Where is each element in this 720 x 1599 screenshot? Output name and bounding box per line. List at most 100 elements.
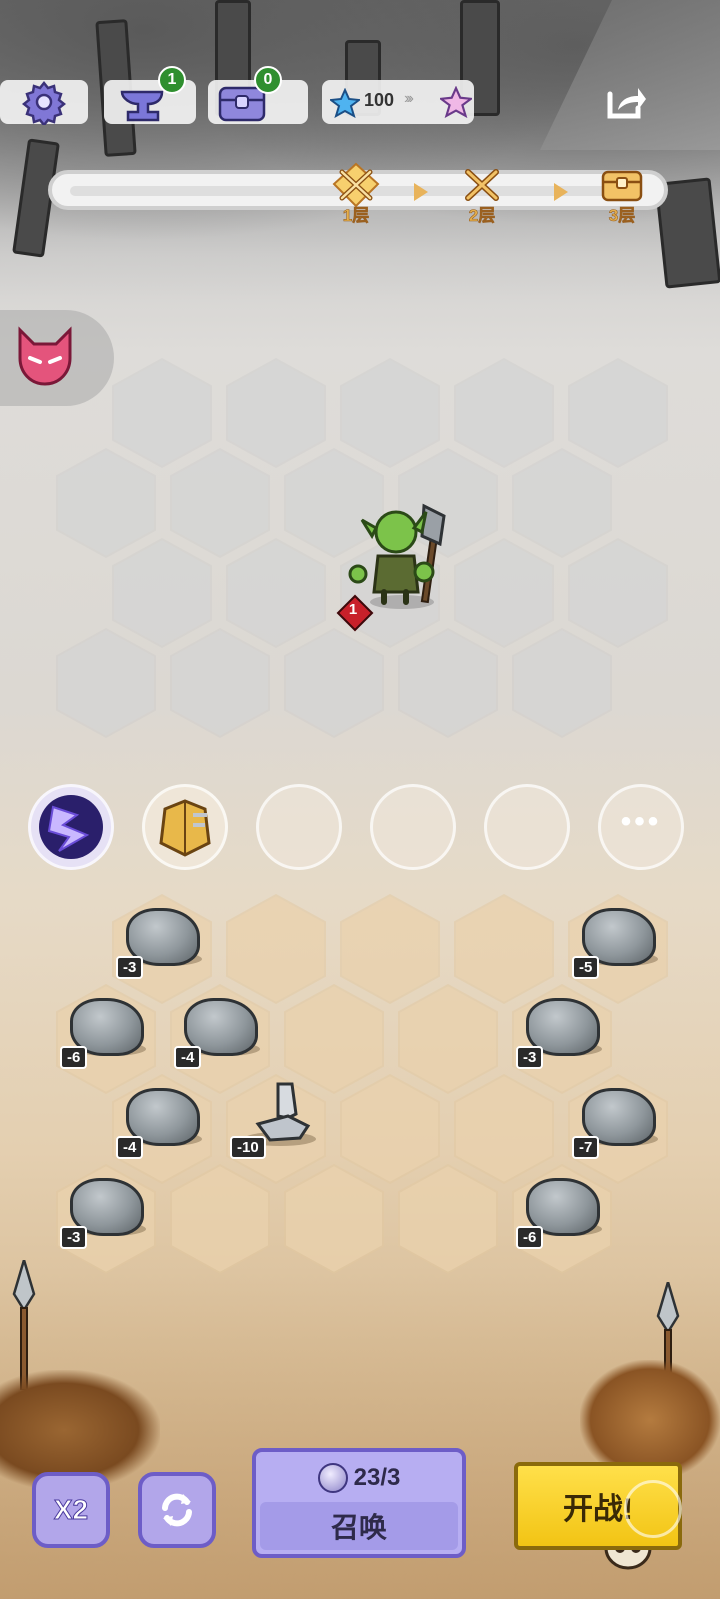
hex-cell-fill xyxy=(172,450,268,556)
start-battle-button[interactable]: 开战! xyxy=(514,1462,682,1550)
star-rainbow-icon xyxy=(438,85,474,119)
refresh-button[interactable] xyxy=(138,1472,216,1548)
hex-cell-fill xyxy=(400,1166,496,1272)
obstacle-cost-label: -3 xyxy=(516,1046,544,1069)
hex-cell-fill xyxy=(228,360,324,466)
hex-cell-fill xyxy=(456,360,552,466)
player-hex-cell[interactable] xyxy=(284,1164,384,1274)
hex-cell-fill xyxy=(570,360,666,466)
arrow-icon: ››› xyxy=(404,90,414,107)
artifact-slot-3[interactable] xyxy=(256,784,342,870)
summon-cost-row: 23/3 xyxy=(256,1458,462,1498)
hex-cell-fill xyxy=(114,540,210,646)
hex-cell-fill xyxy=(172,1166,268,1272)
speed-label: X2 xyxy=(53,1494,89,1526)
speed-x2-button[interactable]: X2 xyxy=(32,1472,110,1548)
anvil-count-badge: 1 xyxy=(158,66,186,94)
enemy-hex-cell[interactable] xyxy=(112,538,212,648)
arrow-right-icon xyxy=(554,183,568,201)
player-hex-cell[interactable]: -6 xyxy=(512,1164,612,1274)
enemy-hex-cell[interactable] xyxy=(340,358,440,468)
enemy-hex-cell[interactable] xyxy=(398,628,498,738)
hex-cell-fill xyxy=(286,1166,382,1272)
enemy-hex-cell[interactable] xyxy=(226,538,326,648)
artifact-slot-1[interactable] xyxy=(28,784,114,870)
stage-2: 2层 xyxy=(450,162,514,226)
enemy-hex-cell[interactable] xyxy=(454,538,554,648)
gem-icon xyxy=(317,1463,348,1493)
summon-count: 23/3 xyxy=(353,1464,401,1491)
player-hex-cell[interactable] xyxy=(170,1164,270,1274)
more-icon: ••• xyxy=(620,805,662,838)
settings-button[interactable] xyxy=(20,78,68,126)
enemy-hex-cell[interactable] xyxy=(56,448,156,558)
summon-label-panel: 召唤 xyxy=(260,1502,458,1550)
chest-count-badge: 0 xyxy=(254,66,282,94)
hex-cell-fill xyxy=(456,540,552,646)
obstacle-cost-label: -4 xyxy=(116,1136,144,1159)
summon-label: 召唤 xyxy=(330,1512,387,1543)
arrow-right-icon xyxy=(414,183,428,201)
share-button[interactable] xyxy=(604,82,648,122)
artifact-slot-2[interactable] xyxy=(142,784,228,870)
enemy-hex-cell[interactable] xyxy=(226,358,326,468)
star-blue-icon xyxy=(328,87,362,119)
hex-cell-fill xyxy=(514,630,610,736)
lightning-artifact-icon xyxy=(39,795,103,859)
stage-3: 3层 xyxy=(590,162,654,226)
enemy-hex-cell[interactable] xyxy=(512,628,612,738)
hex-cell-fill xyxy=(514,450,610,556)
enemy-hex-cell[interactable] xyxy=(568,358,668,468)
enemy-hex-cell[interactable] xyxy=(56,628,156,738)
hex-cell-border xyxy=(284,1164,384,1274)
gear-icon xyxy=(21,80,67,125)
hex-cell-fill xyxy=(172,630,268,736)
player-hex-cell[interactable]: -3 xyxy=(56,1164,156,1274)
enemy-hex-cell[interactable] xyxy=(512,448,612,558)
enemy-hex-cell[interactable] xyxy=(454,358,554,468)
hex-cell-fill xyxy=(58,450,154,556)
obstacle-cost-label: -4 xyxy=(174,1046,202,1069)
artifact-slot-5[interactable] xyxy=(484,784,570,870)
share-icon xyxy=(607,88,646,119)
goblin-enemy-unit[interactable]: 1 xyxy=(336,498,464,632)
devil-icon xyxy=(18,326,72,386)
artifact-slot-4[interactable] xyxy=(370,784,456,870)
enemy-hex-cell[interactable] xyxy=(112,358,212,468)
more-artifacts-button[interactable]: ••• xyxy=(598,784,684,870)
refresh-icon xyxy=(162,1493,192,1527)
hex-cell-fill xyxy=(58,630,154,736)
hex-cell-fill xyxy=(228,540,324,646)
enemy-hex-cell[interactable] xyxy=(170,628,270,738)
obstacle-cost-label: -7 xyxy=(572,1136,600,1159)
stage-1: 1层 xyxy=(324,162,388,226)
obstacle-cost-label: -10 xyxy=(230,1136,266,1159)
treasure-chest-icon xyxy=(601,170,643,202)
hex-cell-border xyxy=(170,1164,270,1274)
obstacle-cost-label: -6 xyxy=(516,1226,544,1249)
hex-cell-fill xyxy=(342,360,438,466)
start-battle-label: 开战! xyxy=(563,1493,633,1526)
enemy-info-tab[interactable] xyxy=(0,310,114,406)
hex-cell-fill xyxy=(570,540,666,646)
enemy-level-badge: 1 xyxy=(336,594,374,632)
enemy-hex-cell[interactable] xyxy=(568,538,668,648)
obstacle-cost-label: -6 xyxy=(60,1046,88,1069)
hex-cell-fill xyxy=(400,630,496,736)
enemy-hex-cell[interactable] xyxy=(284,628,384,738)
obstacle-cost-label: -3 xyxy=(116,956,144,979)
summon-button[interactable]: 23/3 召唤 xyxy=(252,1448,466,1558)
tap-hint-ring xyxy=(624,1480,682,1538)
enemy-hex-cell[interactable] xyxy=(170,448,270,558)
hex-cell-fill xyxy=(286,630,382,736)
player-hex-cell[interactable] xyxy=(398,1164,498,1274)
hex-cell-fill xyxy=(114,360,210,466)
obstacle-cost-label: -5 xyxy=(572,956,600,979)
star-value: 100 xyxy=(364,90,395,110)
obstacle-cost-label: -3 xyxy=(60,1226,88,1249)
anvil-button[interactable]: 1 xyxy=(118,66,186,126)
golden-armor-icon xyxy=(159,799,211,857)
enemy-level-value: 1 xyxy=(348,601,358,618)
chest-button[interactable]: 0 xyxy=(216,66,282,126)
hex-cell-border xyxy=(398,1164,498,1274)
